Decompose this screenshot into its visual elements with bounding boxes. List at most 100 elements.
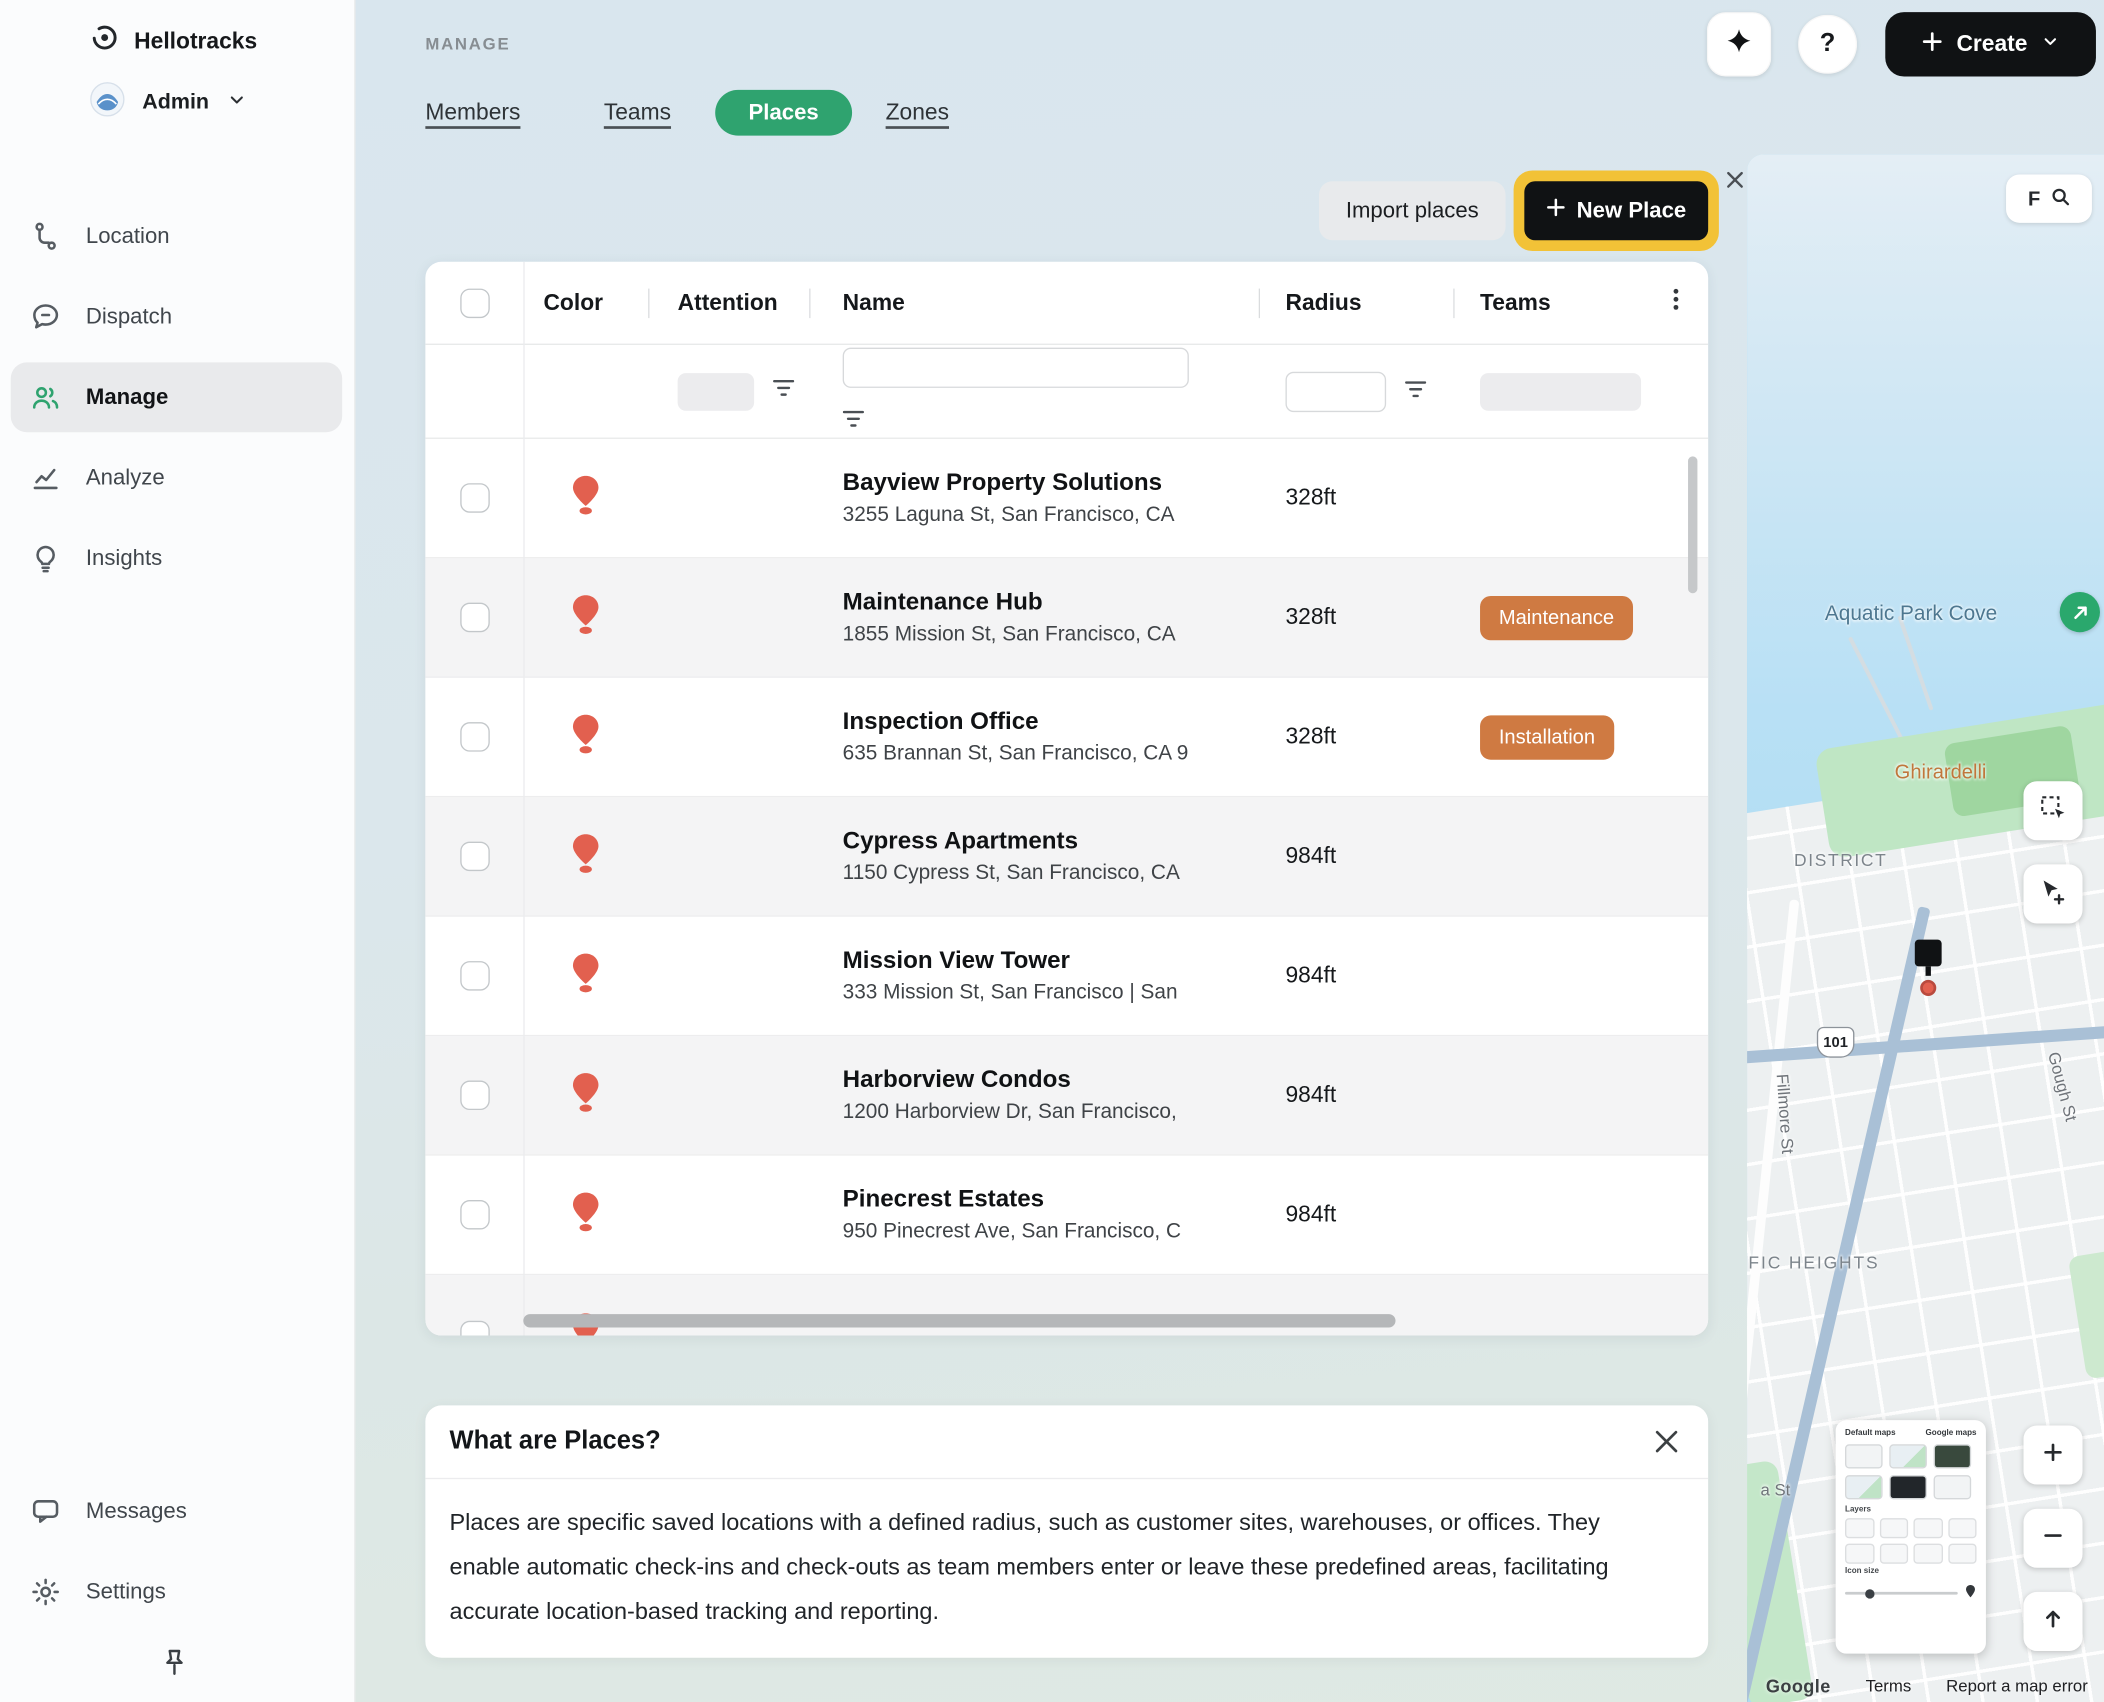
column-header-attention[interactable]: Attention xyxy=(648,262,809,344)
sidebar-item-analyze[interactable]: Analyze xyxy=(11,443,342,513)
place-address: 333 Mission St, San Francisco | San xyxy=(843,981,1178,1005)
chevron-down-icon xyxy=(226,89,246,116)
brand[interactable]: Hellotracks xyxy=(90,23,257,59)
icon-size-slider[interactable] xyxy=(1845,1592,1958,1595)
column-header-color[interactable]: Color xyxy=(523,262,648,344)
help-button[interactable]: ? xyxy=(1798,15,1857,74)
map-label-heights: IFIC HEIGHTS xyxy=(1747,1252,1880,1272)
row-checkbox[interactable] xyxy=(460,842,490,872)
horizontal-scrollbar[interactable] xyxy=(523,1314,1395,1327)
selected-place-marker[interactable] xyxy=(1915,940,1942,967)
close-icon[interactable] xyxy=(1652,1427,1682,1457)
layer-tile[interactable] xyxy=(1845,1544,1874,1564)
table-menu-button[interactable] xyxy=(1657,262,1708,344)
zoom-out-button[interactable] xyxy=(2023,1509,2082,1568)
sidebar-item-messages[interactable]: Messages xyxy=(11,1476,342,1546)
column-header-name[interactable]: Name xyxy=(809,262,1259,344)
new-place-highlight: New Place xyxy=(1514,170,1719,251)
table-row[interactable]: Maintenance Hub1855 Mission St, San Fran… xyxy=(425,558,1708,677)
row-color-cell xyxy=(523,678,648,796)
tab-members[interactable]: Members xyxy=(425,99,520,126)
tab-places[interactable]: Places xyxy=(715,90,852,136)
place-pin-marker[interactable] xyxy=(1920,980,1936,996)
select-all-checkbox[interactable] xyxy=(460,288,490,318)
map-panel-google-label[interactable]: Google maps xyxy=(1926,1430,1977,1438)
place-address: 635 Brannan St, San Francisco, CA 9 xyxy=(843,742,1189,766)
layer-tile[interactable] xyxy=(1948,1518,1977,1538)
zoom-in-button[interactable] xyxy=(2023,1425,2082,1484)
plus-icon xyxy=(1922,30,1943,58)
sidebar-item-dispatch[interactable]: Dispatch xyxy=(11,282,342,352)
map-style-thumb[interactable] xyxy=(1934,1444,1972,1468)
row-checkbox[interactable] xyxy=(460,1081,490,1111)
row-checkbox[interactable] xyxy=(460,1320,490,1335)
filter-icon[interactable] xyxy=(773,379,794,405)
table-row[interactable]: Mission View Tower333 Mission St, San Fr… xyxy=(425,917,1708,1036)
import-places-button[interactable]: Import places xyxy=(1319,181,1506,240)
account-avatar xyxy=(90,82,125,124)
account-switcher[interactable]: Admin xyxy=(90,82,247,124)
recenter-button[interactable] xyxy=(2023,1592,2082,1651)
map-search-button[interactable]: F xyxy=(2006,174,2092,222)
place-radius: 328ft xyxy=(1259,439,1454,557)
map-label-street: a St xyxy=(1760,1481,1790,1500)
map-style-thumb[interactable] xyxy=(1845,1444,1883,1468)
marquee-select-button[interactable] xyxy=(2023,781,2082,840)
layer-tile[interactable] xyxy=(1879,1544,1908,1564)
table-row[interactable]: Inspection Office635 Brannan St, San Fra… xyxy=(425,678,1708,797)
navigation-button[interactable] xyxy=(2060,592,2100,632)
filter-icon[interactable] xyxy=(843,409,864,435)
table-row[interactable]: Bayview Property Solutions3255 Laguna St… xyxy=(425,439,1708,558)
plus-icon xyxy=(2042,1441,2063,1469)
highlight-close-icon[interactable] xyxy=(1726,170,1747,191)
map[interactable]: Aquatic Park Cove Ghirardelli DISTRICT I… xyxy=(1747,154,2104,1702)
layer-tile[interactable] xyxy=(1948,1544,1977,1564)
ai-assistant-button[interactable] xyxy=(1707,12,1771,76)
column-header-radius[interactable]: Radius xyxy=(1259,262,1454,344)
table-row[interactable]: Cypress Apartments1150 Cypress St, San F… xyxy=(425,797,1708,916)
terms-link[interactable]: Terms xyxy=(1866,1676,1912,1696)
pin-sidebar-icon[interactable] xyxy=(158,1646,190,1685)
name-filter-input[interactable] xyxy=(843,348,1189,388)
map-style-thumb[interactable] xyxy=(1889,1444,1927,1468)
route-icon xyxy=(30,220,62,252)
sidebar-item-settings[interactable]: Settings xyxy=(11,1557,342,1627)
map-settings-panel[interactable]: Default maps Google maps Layers Icon siz… xyxy=(1836,1420,1986,1654)
teams-filter-input[interactable] xyxy=(1480,372,1641,410)
row-checkbox[interactable] xyxy=(460,483,490,513)
row-attention-cell xyxy=(648,917,809,1035)
table-row[interactable]: Harborview Condos1200 Harborview Dr, San… xyxy=(425,1036,1708,1155)
row-checkbox[interactable] xyxy=(460,603,490,633)
row-checkbox[interactable] xyxy=(460,722,490,752)
map-style-thumb[interactable] xyxy=(1934,1475,1972,1499)
row-attention-cell xyxy=(648,797,809,915)
sidebar-item-insights[interactable]: Insights xyxy=(11,523,342,593)
add-place-cursor-button[interactable] xyxy=(2023,864,2082,923)
place-address: 1855 Mission St, San Francisco, CA xyxy=(843,623,1176,647)
tab-teams[interactable]: Teams xyxy=(604,99,671,126)
new-place-button[interactable]: New Place xyxy=(1524,181,1707,240)
map-style-thumb[interactable] xyxy=(1889,1475,1927,1499)
column-header-teams[interactable]: Teams xyxy=(1453,262,1657,344)
tab-zones[interactable]: Zones xyxy=(886,99,949,126)
table-row[interactable]: Pinecrest Estates950 Pinecrest Ave, San … xyxy=(425,1156,1708,1275)
layer-tile[interactable] xyxy=(1913,1518,1942,1538)
radius-filter-input[interactable] xyxy=(1285,371,1386,411)
row-checkbox[interactable] xyxy=(460,961,490,991)
lightbulb-icon xyxy=(30,542,62,574)
attention-filter-input[interactable] xyxy=(678,372,754,410)
kebab-menu-icon xyxy=(1663,286,1690,320)
row-checkbox[interactable] xyxy=(460,1200,490,1230)
report-map-error-link[interactable]: Report a map error xyxy=(1946,1676,2088,1696)
filter-icon[interactable] xyxy=(1405,378,1426,405)
layer-tile[interactable] xyxy=(1913,1544,1942,1564)
layer-tile[interactable] xyxy=(1879,1518,1908,1538)
create-button[interactable]: Create xyxy=(1885,12,2096,76)
chevron-down-icon xyxy=(2041,31,2060,58)
sidebar-item-manage[interactable]: Manage xyxy=(11,362,342,432)
layer-tile[interactable] xyxy=(1845,1518,1874,1538)
map-style-thumb[interactable] xyxy=(1845,1475,1883,1499)
vertical-scrollbar[interactable] xyxy=(1688,456,1697,593)
map-panel-default-label[interactable]: Default maps xyxy=(1845,1430,1896,1438)
sidebar-item-location[interactable]: Location xyxy=(11,201,342,271)
